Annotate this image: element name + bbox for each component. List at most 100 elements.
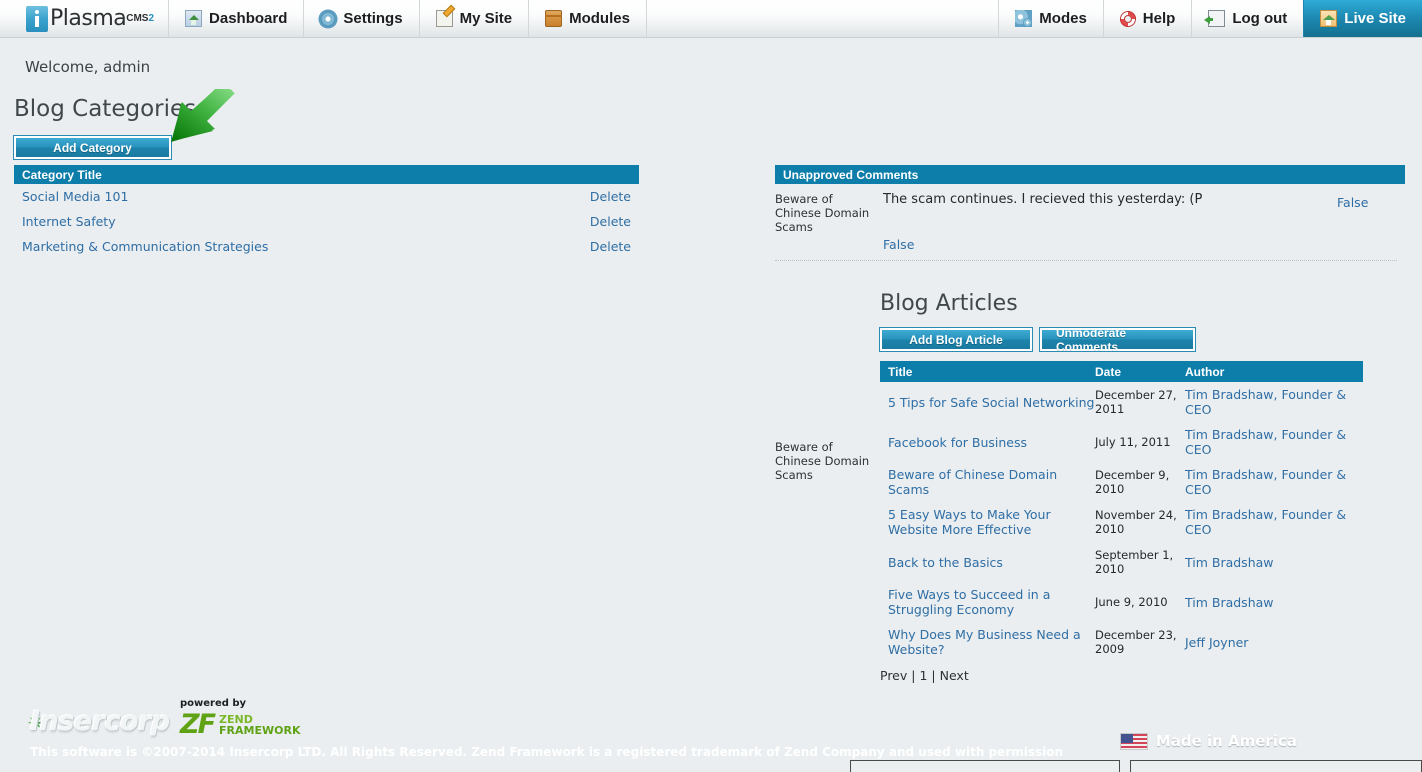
zend-word: ZEND — [219, 712, 253, 726]
table-row: Five Ways to Succeed in a Struggling Eco… — [880, 582, 1363, 622]
insercorp-logo: Insercorp — [30, 706, 170, 737]
pagination-sep: | — [911, 668, 916, 683]
nav-label-help: Help — [1142, 10, 1176, 27]
pagination: Prev | 1 | Next — [880, 668, 1405, 683]
home-icon — [185, 10, 203, 27]
home-green-icon — [1320, 10, 1338, 27]
brand-logo[interactable]: Plasma CMS2 — [0, 0, 170, 37]
article-date: November 24, 2010 — [1095, 508, 1177, 536]
table-row: Internet Safety Delete — [14, 209, 639, 234]
table-row: Why Does My Business Need a Website? Dec… — [880, 622, 1363, 662]
blog-articles-toolbar: Add Blog Article Unmoderate Comments — [879, 326, 1405, 354]
nav-item-logout[interactable]: Log out — [1191, 0, 1303, 37]
table-row: Social Media 101 Delete — [14, 184, 639, 209]
article-sidenote: Beware of Chinese Domain Scams — [775, 440, 870, 482]
add-category-button[interactable]: Add Category — [13, 135, 172, 160]
article-title-link[interactable]: Why Does My Business Need a Website? — [880, 627, 1095, 657]
article-author-link[interactable]: Tim Bradshaw — [1185, 595, 1363, 610]
powered-by-label: powered by — [180, 698, 247, 709]
plasma-i-icon — [26, 5, 48, 32]
category-link[interactable]: Marketing & Communication Strategies — [22, 239, 268, 254]
nav-label-live-site: Live Site — [1344, 10, 1406, 27]
article-author-link[interactable]: Jeff Joyner — [1185, 635, 1363, 650]
bottom-partial-box-left[interactable] — [850, 760, 1120, 772]
pagination-next[interactable]: Next — [940, 668, 969, 683]
nav-item-dashboard[interactable]: Dashboard — [169, 0, 305, 37]
nav-label-dashboard: Dashboard — [209, 10, 288, 27]
delete-category-link[interactable]: Delete — [590, 214, 631, 229]
nav-item-modules[interactable]: Modules — [529, 0, 647, 37]
table-row: Beware of Chinese Domain Scams December … — [880, 462, 1363, 502]
zf-mark: ZF — [180, 709, 216, 740]
exit-door-icon — [1204, 10, 1226, 27]
comment-secondary-flag-link[interactable]: False — [883, 237, 1337, 252]
article-title-link[interactable]: Beware of Chinese Domain Scams — [880, 467, 1095, 497]
column-header-date: Date — [1095, 364, 1122, 379]
add-blog-article-button[interactable]: Add Blog Article — [879, 327, 1033, 352]
category-link[interactable]: Internet Safety — [22, 214, 116, 229]
bottom-partial-box-right[interactable] — [1130, 760, 1422, 772]
nav-label-modes: Modes — [1039, 10, 1087, 27]
column-header-author: Author — [1185, 364, 1225, 379]
article-title-link[interactable]: Back to the Basics — [880, 555, 1095, 570]
article-author-link[interactable]: Tim Bradshaw, Founder & CEO — [1185, 467, 1363, 497]
nav-label-logout: Log out — [1232, 10, 1288, 27]
column-header-category-title: Category Title — [22, 167, 102, 182]
pagination-prev[interactable]: Prev — [880, 668, 907, 683]
blog-articles-table: Title Date Author 5 Tips for Safe Social… — [880, 361, 1363, 662]
article-author-link[interactable]: Tim Bradshaw, Founder & CEO — [1185, 507, 1363, 537]
comment-approved-flag: False — [1337, 192, 1397, 252]
zend-framework-logo: powered by ZF ZEND FRAMEWORK — [180, 698, 300, 738]
article-date: December 27, 2011 — [1095, 388, 1177, 416]
made-in-america-label: Made in America — [1155, 732, 1297, 750]
article-title-link[interactable]: Facebook for Business — [880, 435, 1095, 450]
nav-item-help[interactable]: Help — [1102, 0, 1192, 37]
nav-right-group: Modes Help Log out Live Site — [998, 0, 1422, 37]
comment-article-title: Beware of Chinese Domain Scams — [775, 192, 870, 234]
column-header-title: Title — [888, 364, 913, 379]
article-title-link[interactable]: 5 Easy Ways to Make Your Website More Ef… — [880, 507, 1095, 537]
article-author-link[interactable]: Tim Bradshaw, Founder & CEO — [1185, 427, 1363, 457]
categories-table: Category Title Social Media 101 Delete I… — [14, 165, 639, 259]
delete-category-link[interactable]: Delete — [590, 239, 631, 254]
delete-category-link[interactable]: Delete — [590, 189, 631, 204]
nav-item-settings[interactable]: Settings — [304, 0, 420, 37]
lifering-icon — [1119, 10, 1136, 27]
framework-word: FRAMEWORK — [219, 723, 301, 737]
admin-page: Plasma CMS2 Dashboard Settings My Site M… — [0, 0, 1422, 772]
nav-label-settings: Settings — [343, 10, 403, 27]
pagination-sep: | — [931, 668, 936, 683]
nav-item-my-site[interactable]: My Site — [420, 0, 530, 37]
article-author-link[interactable]: Tim Bradshaw, Founder & CEO — [1185, 387, 1363, 417]
top-navigation-bar: Plasma CMS2 Dashboard Settings My Site M… — [0, 0, 1422, 38]
nav-label-modules: Modules — [569, 10, 630, 27]
brand-superscript: CMS2 — [126, 13, 155, 24]
table-row: Marketing & Communication Strategies Del… — [14, 234, 639, 259]
table-row: Back to the Basics September 1, 2010 Tim… — [880, 542, 1363, 582]
box-icon — [545, 10, 563, 27]
copyright-text: This software is ©2007-2014 Insercorp LT… — [30, 745, 1064, 759]
page-title: Blog Categories — [14, 96, 197, 122]
article-date: June 9, 2010 — [1095, 595, 1168, 609]
article-title-link[interactable]: Five Ways to Succeed in a Struggling Eco… — [880, 587, 1095, 617]
article-author-link[interactable]: Tim Bradshaw — [1185, 555, 1363, 570]
page-footer: ✷ Insercorp powered by ZF ZEND FRAMEWORK… — [0, 694, 1422, 772]
unmoderate-comments-button[interactable]: Unmoderate Comments — [1039, 326, 1196, 354]
comment-text: The scam continues. I recieved this yest… — [883, 192, 1203, 207]
made-in-america-badge: Made in America — [1119, 732, 1297, 750]
table-row: Facebook for Business July 11, 2011 Tim … — [880, 422, 1363, 462]
brand-name: Plasma — [50, 6, 127, 31]
article-date: July 11, 2011 — [1095, 435, 1171, 449]
right-column: Unapproved Comments Beware of Chinese Do… — [775, 165, 1405, 683]
nav-item-modes[interactable]: Modes — [998, 0, 1103, 37]
table-row: 5 Easy Ways to Make Your Website More Ef… — [880, 502, 1363, 542]
article-date: December 23, 2009 — [1095, 628, 1177, 656]
nav-item-live-site[interactable]: Live Site — [1303, 0, 1422, 37]
comment-approved-flag-link[interactable]: False — [1337, 195, 1368, 210]
category-link[interactable]: Social Media 101 — [22, 189, 128, 204]
pagination-page-1[interactable]: 1 — [919, 668, 927, 683]
unapproved-comment-row: Beware of Chinese Domain Scams The scam … — [775, 184, 1397, 261]
table-row: 5 Tips for Safe Social Networking Decemb… — [880, 382, 1363, 422]
article-title-link[interactable]: 5 Tips for Safe Social Networking — [880, 395, 1095, 410]
